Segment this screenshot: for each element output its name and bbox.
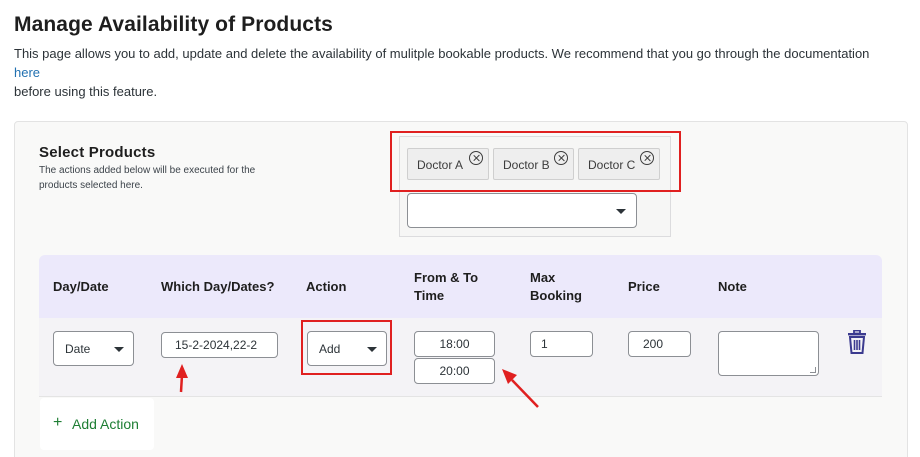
price-input[interactable]: 200	[628, 331, 691, 357]
add-action-button[interactable]: + Add Action	[40, 398, 154, 450]
page-title: Manage Availability of Products	[14, 13, 333, 36]
from-time-input[interactable]: 18:00	[414, 331, 495, 357]
day-date-value: Date	[65, 342, 91, 356]
page-description: This page allows you to add, update and …	[14, 44, 894, 101]
header-note: Note	[718, 279, 747, 294]
plus-icon: +	[53, 414, 63, 431]
circle-x-icon[interactable]	[640, 151, 654, 165]
note-textarea[interactable]	[718, 331, 819, 376]
max-booking-input[interactable]: 1	[530, 331, 593, 357]
action-select[interactable]: Add	[307, 331, 387, 366]
circle-x-icon[interactable]	[554, 151, 568, 165]
select-products-title: Select Products	[39, 144, 156, 161]
caret-down-icon	[367, 347, 377, 352]
action-value: Add	[319, 342, 341, 356]
select-products-help: The actions added below will be executed…	[39, 165, 256, 191]
header-max-booking: Max Booking	[530, 270, 582, 303]
description-tail: before using this feature.	[14, 84, 158, 99]
product-dropdown[interactable]	[407, 193, 637, 228]
header-action: Action	[306, 279, 347, 294]
day-date-select[interactable]: Date	[53, 331, 134, 366]
trash-icon[interactable]	[846, 330, 868, 354]
header-which-day: Which Day/Dates?	[161, 279, 275, 294]
to-time-input[interactable]: 20:00	[414, 358, 495, 384]
product-chip: Doctor C	[578, 148, 660, 180]
caret-down-icon	[114, 347, 124, 352]
which-dates-input[interactable]: 15-2-2024,22-2	[161, 332, 278, 358]
product-chip-label: Doctor B	[503, 158, 550, 172]
product-chip: Doctor B	[493, 148, 574, 180]
add-action-label: Add Action	[72, 416, 139, 432]
description-text: This page allows you to add, update and …	[14, 46, 870, 61]
documentation-link[interactable]: here	[14, 65, 40, 80]
resize-grip-icon[interactable]	[810, 367, 816, 373]
product-chip-label: Doctor C	[588, 158, 636, 172]
header-price: Price	[628, 279, 660, 294]
header-day-date: Day/Date	[53, 279, 109, 294]
header-from-to-time: From & To Time	[414, 270, 479, 303]
product-chip-label: Doctor A	[417, 158, 464, 172]
caret-down-icon	[616, 209, 626, 214]
product-chip: Doctor A	[407, 148, 489, 180]
circle-x-icon[interactable]	[469, 151, 483, 165]
